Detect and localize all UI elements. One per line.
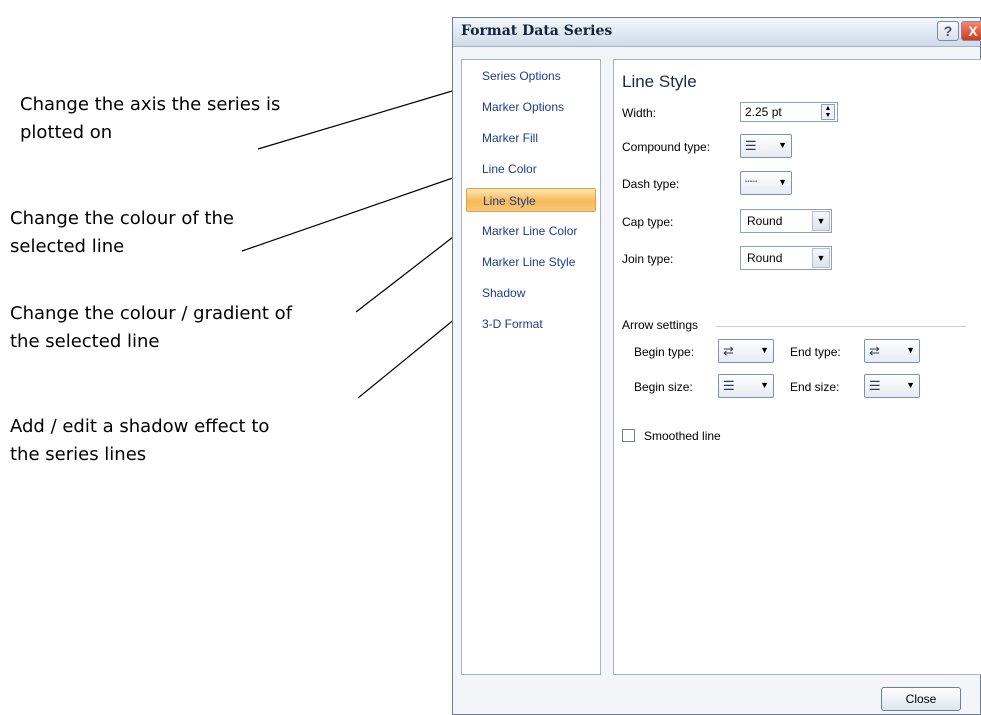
smoothed-line-label[interactable]: Smoothed line (644, 429, 721, 443)
cap-type-label: Cap type: (622, 215, 674, 229)
width-label: Width: (622, 106, 657, 120)
nav-item-marker-fill[interactable]: Marker Fill (466, 126, 596, 150)
compound-type-label: Compound type: (622, 140, 711, 154)
spinner-arrows-icon[interactable]: ▲ ▼ (821, 104, 835, 120)
dialog-body: Series Options Marker Options Marker Fil… (453, 47, 981, 714)
dash-type-button[interactable]: ┄┄ ▼ (740, 171, 792, 195)
join-type-value: Round (747, 251, 783, 265)
width-spinner[interactable]: 2.25 pt ▲ ▼ (740, 102, 838, 122)
begin-size-label: Begin size: (634, 380, 693, 394)
close-button[interactable]: Close (881, 687, 961, 711)
dropdown-arrow-icon: ▼ (906, 345, 915, 355)
close-window-button[interactable]: X (961, 21, 981, 41)
arrow-settings-label: Arrow settings (622, 318, 699, 332)
dropdown-arrow-icon: ▼ (760, 345, 769, 355)
compound-lines-icon: ☰ (745, 138, 757, 153)
cap-type-select[interactable]: Round ▼ (740, 209, 832, 233)
end-size-label: End size: (790, 380, 840, 394)
nav-item-marker-line-color[interactable]: Marker Line Color (466, 219, 596, 243)
cap-type-value: Round (747, 214, 783, 228)
begin-type-label: Begin type: (634, 345, 695, 359)
arrow-settings-divider (716, 326, 966, 327)
end-size-button[interactable]: ☰ ▼ (864, 374, 920, 398)
format-data-series-dialog: Format Data Series ? X Series Options Ma… (452, 17, 981, 715)
dropdown-arrow-icon: ▼ (778, 177, 787, 187)
arrow-size-icon: ☰ (723, 378, 735, 393)
arrow-size-icon: ☰ (869, 378, 881, 393)
dialog-titlebar[interactable]: Format Data Series ? X (453, 18, 981, 47)
nav-item-marker-options[interactable]: Marker Options (466, 95, 596, 119)
nav-item-marker-line-style[interactable]: Marker Line Style (466, 250, 596, 274)
pointer-line-line-color (241, 171, 471, 252)
arrow-type-icon: ⇄ (723, 343, 734, 358)
dash-type-label: Dash type: (622, 177, 680, 191)
begin-type-button[interactable]: ⇄ ▼ (718, 339, 774, 363)
nav-item-series-options[interactable]: Series Options (466, 64, 596, 88)
dropdown-arrow-icon: ▼ (760, 380, 769, 390)
join-type-select[interactable]: Round ▼ (740, 246, 832, 270)
help-button[interactable]: ? (937, 21, 959, 41)
chevron-down-icon[interactable]: ▼ (812, 211, 830, 231)
line-style-panel: Line Style Width: 2.25 pt ▲ ▼ Compound ty… (613, 59, 981, 675)
dash-lines-icon: ┄┄ (745, 176, 757, 188)
category-list: Series Options Marker Options Marker Fil… (461, 59, 601, 675)
nav-item-line-style[interactable]: Line Style (466, 188, 596, 212)
chevron-down-icon[interactable]: ▼ (812, 248, 830, 268)
begin-size-button[interactable]: ☰ ▼ (718, 374, 774, 398)
nav-item-3d-format[interactable]: 3-D Format (466, 312, 596, 336)
join-type-label: Join type: (622, 252, 674, 266)
dropdown-arrow-icon: ▼ (778, 140, 787, 150)
dropdown-arrow-icon: ▼ (906, 380, 915, 390)
smoothed-line-checkbox[interactable] (622, 429, 635, 442)
compound-type-button[interactable]: ☰ ▼ (740, 134, 792, 158)
width-value: 2.25 pt (745, 105, 782, 119)
end-type-label: End type: (790, 345, 841, 359)
end-type-button[interactable]: ⇄ ▼ (864, 339, 920, 363)
arrow-type-icon: ⇄ (869, 343, 880, 358)
panel-heading: Line Style (622, 72, 697, 91)
nav-item-shadow[interactable]: Shadow (466, 281, 596, 305)
nav-item-line-color[interactable]: Line Color (466, 157, 596, 181)
dialog-title: Format Data Series (461, 23, 613, 39)
pointer-line-series-options (257, 82, 480, 150)
